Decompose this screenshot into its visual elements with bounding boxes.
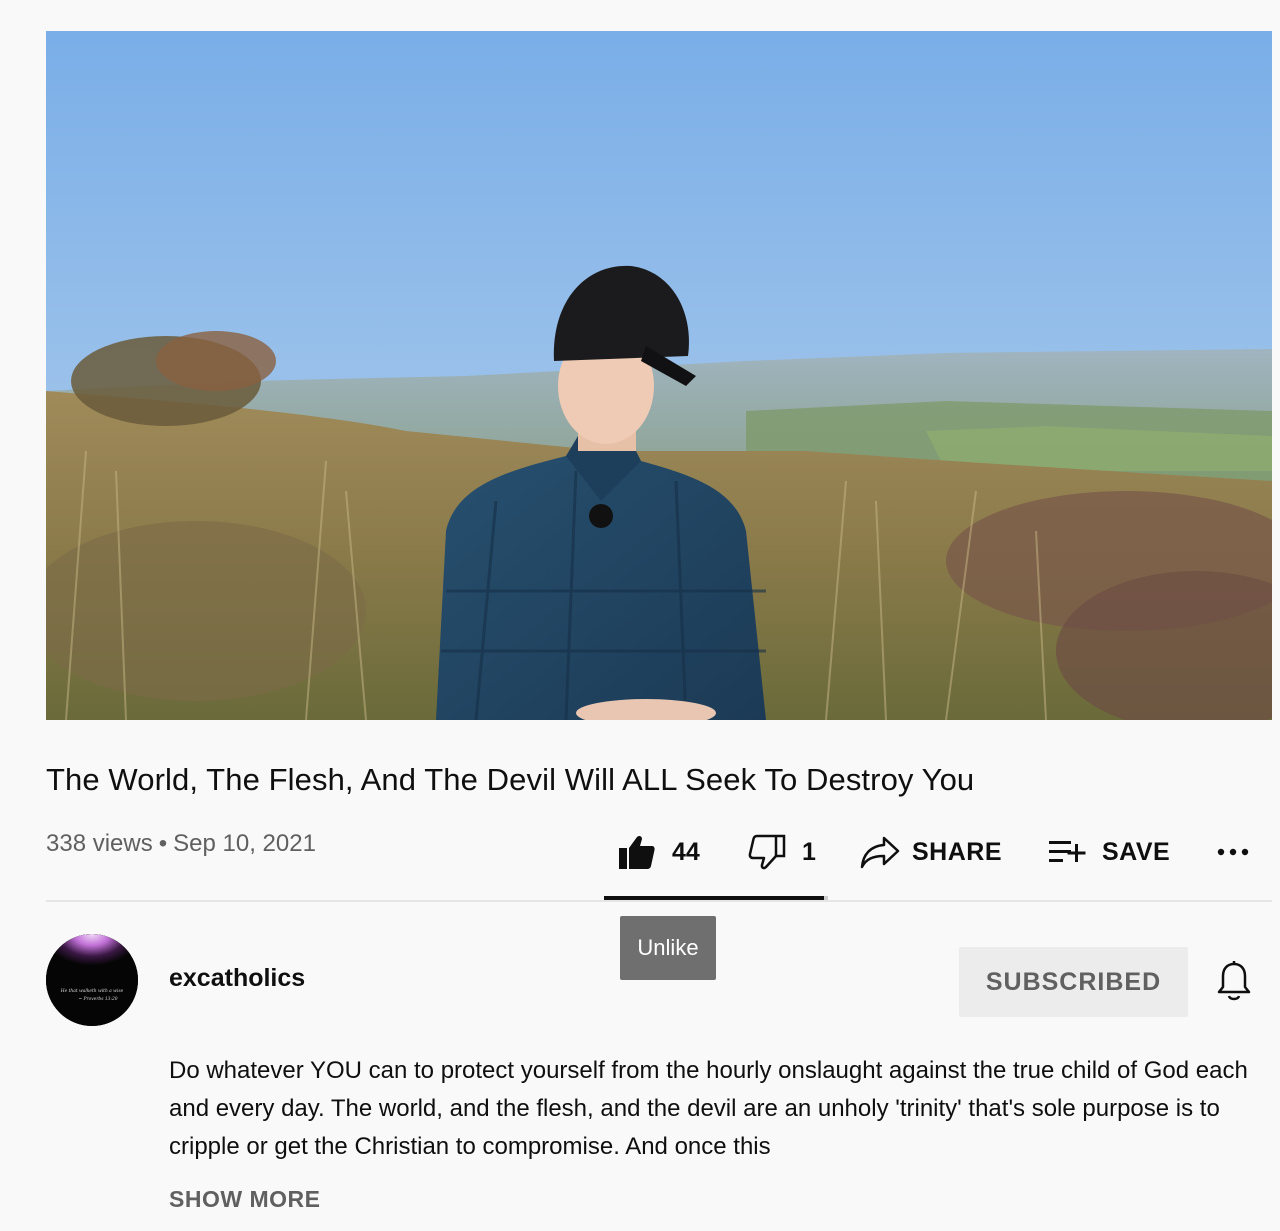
like-tooltip: Unlike <box>620 916 716 980</box>
watch-page: The World, The Flesh, And The Devil Will… <box>0 0 1280 1231</box>
video-description: Do whatever YOU can to protect yourself … <box>169 1057 1248 1160</box>
info-separator: • <box>158 830 168 857</box>
more-horizontal-icon <box>1216 847 1252 857</box>
subscribed-button[interactable]: SUBSCRIBED <box>959 947 1188 1017</box>
channel-name[interactable]: excatholics <box>169 964 305 993</box>
share-label: SHARE <box>912 837 1003 866</box>
more-actions-button[interactable] <box>1216 847 1252 857</box>
video-info: 338 views • Sep 10, 2021 <box>46 830 316 858</box>
share-button[interactable]: SHARE <box>860 835 1040 869</box>
view-count: 338 views <box>46 830 153 857</box>
video-player[interactable] <box>46 31 1272 720</box>
thumbs-down-icon <box>748 834 786 870</box>
avatar-caption-line2: ~ Proverbs 13:20 <box>78 997 117 1002</box>
section-divider <box>46 900 1272 902</box>
like-count: 44 <box>672 837 700 866</box>
avatar-caption-line1: He that walketh with a wise <box>60 989 124 994</box>
show-more-button[interactable]: SHOW MORE <box>169 1186 320 1213</box>
dislike-button[interactable]: 1 <box>748 834 850 870</box>
upload-date: Sep 10, 2021 <box>173 830 316 857</box>
video-title: The World, The Flesh, And The Devil Will… <box>46 762 975 797</box>
playlist-add-icon <box>1048 838 1088 866</box>
save-button[interactable]: SAVE <box>1048 838 1218 867</box>
notification-bell-icon[interactable] <box>1214 960 1254 1004</box>
save-label: SAVE <box>1102 837 1171 866</box>
dislike-count: 1 <box>802 837 816 866</box>
thumbs-up-filled-icon <box>618 834 656 870</box>
video-frame[interactable] <box>46 31 1272 720</box>
channel-avatar[interactable]: He that walketh with a wise ~ Proverbs 1… <box>46 934 138 1026</box>
share-arrow-icon <box>860 835 900 869</box>
video-actions: 44 1 SHARE SAVE <box>618 830 1252 874</box>
like-button[interactable]: 44 <box>618 834 738 870</box>
